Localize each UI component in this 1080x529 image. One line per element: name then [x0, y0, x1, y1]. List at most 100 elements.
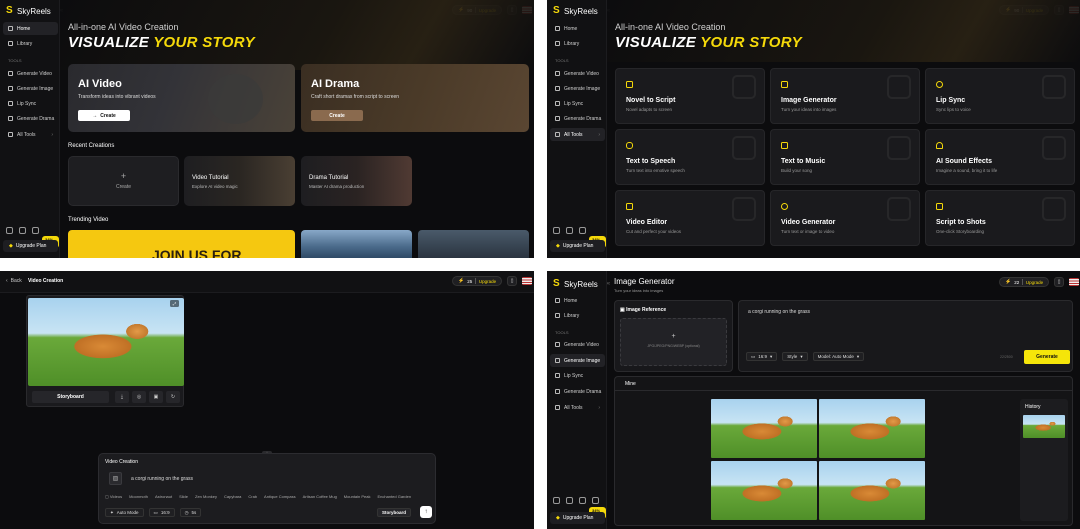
- nav-generate-drama[interactable]: Generate Drama: [3, 112, 58, 125]
- generated-image-2[interactable]: [819, 399, 925, 458]
- logo[interactable]: SSkyReels«: [6, 6, 63, 16]
- generated-image-3[interactable]: [711, 461, 817, 520]
- style-preset[interactable]: Astronaut: [155, 494, 172, 499]
- style-preset[interactable]: Artisan Coffee Mug: [303, 494, 337, 499]
- discord-icon[interactable]: [19, 227, 26, 234]
- nav-generate-image[interactable]: Generate Image: [3, 82, 58, 95]
- nav-library[interactable]: Library: [550, 37, 605, 50]
- download-icon[interactable]: ⤓: [115, 391, 129, 403]
- regenerate-icon[interactable]: ↻: [166, 391, 180, 403]
- generated-image-1[interactable]: [711, 399, 817, 458]
- tool-video-editor[interactable]: Video Editor Cut and perfect your videos: [615, 190, 765, 246]
- trending-video-1[interactable]: JOIN US FOR: [68, 230, 295, 258]
- nav-generate-video[interactable]: Generate Video: [550, 67, 605, 80]
- nav-all-tools[interactable]: All Tools ›: [550, 401, 605, 414]
- tool-image-generator[interactable]: Image Generator Turn your ideas into imag…: [770, 68, 920, 124]
- tool-script-to-shots[interactable]: Script to Shots One-click Storyboarding: [925, 190, 1075, 246]
- create-tile[interactable]: + Create: [68, 156, 179, 206]
- x-icon[interactable]: [553, 497, 560, 504]
- nav-generate-drama[interactable]: Generate Drama: [550, 385, 605, 398]
- collapse-icon[interactable]: «: [607, 281, 610, 287]
- trending-video-3[interactable]: [418, 230, 529, 258]
- youtube-icon[interactable]: [579, 227, 586, 234]
- tool-novel-to-script[interactable]: Novel to Script Novel adapts to screen: [615, 68, 765, 124]
- upgrade-plan-button[interactable]: ◆ Upgrade Plan: [550, 240, 605, 252]
- style-select[interactable]: Style ▾: [782, 352, 808, 361]
- nav-home[interactable]: Home: [550, 22, 605, 35]
- send-icon[interactable]: ↑: [420, 506, 432, 518]
- ratio-select[interactable]: ▭ 16:9: [148, 508, 175, 517]
- upgrade-plan-button[interactable]: ◆ Upgrade Plan: [550, 512, 605, 524]
- style-preset[interactable]: Zen Monkey: [195, 494, 217, 499]
- youtube-icon[interactable]: [32, 227, 39, 234]
- style-preset[interactable]: Moonmoth: [129, 494, 148, 499]
- style-preset[interactable]: Capybara: [224, 494, 241, 499]
- nav-generate-video[interactable]: Generate Video: [550, 338, 605, 351]
- image-upload-dropzone[interactable]: + JPG/JPEG/PNG/WEBP (optional): [620, 318, 727, 366]
- discord-icon[interactable]: [566, 227, 573, 234]
- copy-icon[interactable]: ▣: [149, 391, 163, 403]
- generate-button[interactable]: Generate: [1024, 350, 1070, 364]
- book-icon[interactable]: ▯: [507, 276, 518, 286]
- discord-icon[interactable]: [566, 497, 573, 504]
- storyboard-mode-select[interactable]: Storyboard: [377, 508, 412, 517]
- nav-lip-sync[interactable]: Lip Sync: [550, 369, 605, 382]
- tool-video-generator[interactable]: Video Generator Turn text or image to vid…: [770, 190, 920, 246]
- tool-lip-sync[interactable]: Lip Sync Sync lips to voice: [925, 68, 1075, 124]
- book-icon[interactable]: ▯: [1054, 277, 1065, 287]
- prompt-input[interactable]: a corgi running on the grass: [748, 309, 810, 315]
- ai-drama-card[interactable]: AI Drama Craft short dramas from script …: [301, 64, 529, 132]
- nav-generate-drama[interactable]: Generate Drama: [550, 112, 605, 125]
- tool-text-to-music[interactable]: Text to Music Build your song: [770, 129, 920, 185]
- nav-all-tools[interactable]: All Tools ›: [550, 128, 605, 141]
- tab-mine[interactable]: Mine: [625, 381, 636, 387]
- nav-all-tools[interactable]: All Tools ›: [3, 128, 58, 141]
- duration-select[interactable]: ◷ 5s: [179, 508, 202, 517]
- expand-icon[interactable]: ⤢: [170, 300, 179, 307]
- nav-generate-video[interactable]: Generate Video: [3, 67, 58, 80]
- history-thumbnail[interactable]: [1023, 415, 1065, 438]
- youtube-icon[interactable]: [592, 497, 599, 504]
- nav-home[interactable]: Home: [3, 22, 58, 35]
- generated-image-4[interactable]: [819, 461, 925, 520]
- style-preset[interactable]: Antique Compass: [264, 494, 296, 499]
- storyboard-button[interactable]: Storyboard: [32, 391, 109, 403]
- drama-tutorial-tile[interactable]: Drama Tutorial Master AI drama productio…: [301, 156, 412, 206]
- upgrade-plan-button[interactable]: ◆ Upgrade Plan: [3, 240, 58, 252]
- smile-icon[interactable]: [579, 497, 586, 504]
- style-preset[interactable]: Slide: [179, 494, 188, 499]
- tool-text-to-speech[interactable]: Text to Speech Turn text into emotive spe…: [615, 129, 765, 185]
- nav-generate-image[interactable]: Generate Image: [550, 82, 605, 95]
- ai-drama-create-button[interactable]: Create: [311, 110, 363, 121]
- trending-video-2[interactable]: [301, 230, 412, 258]
- nav-lip-sync[interactable]: Lip Sync: [3, 97, 58, 110]
- style-preset[interactable]: Crab: [248, 494, 257, 499]
- generated-video-thumbnail[interactable]: [28, 298, 184, 386]
- ratio-select[interactable]: ▭ 16:9 ▾: [746, 352, 778, 361]
- ai-video-create-button[interactable]: → Create: [78, 110, 130, 121]
- share-icon[interactable]: ◎: [132, 391, 146, 403]
- logo[interactable]: SSkyReels«: [553, 279, 610, 289]
- style-preset[interactable]: Enchanted Garden: [377, 494, 411, 499]
- mode-select[interactable]: ✦ Auto Mode: [105, 508, 144, 517]
- style-preset[interactable]: Mountain Peak: [344, 494, 371, 499]
- video-tutorial-tile[interactable]: Video Tutorial Explore AI video magic: [184, 156, 295, 206]
- language-flag-icon[interactable]: [1069, 278, 1080, 286]
- nav-library[interactable]: Library: [3, 37, 58, 50]
- nav-generate-image[interactable]: Generate Image: [550, 354, 605, 367]
- x-icon[interactable]: [553, 227, 560, 234]
- nav-lip-sync[interactable]: Lip Sync: [550, 97, 605, 110]
- nav-library[interactable]: Library: [550, 309, 605, 322]
- credits-pill[interactable]: ⚡ 22 Upgrade: [999, 277, 1050, 287]
- nav-home[interactable]: Home: [550, 294, 605, 307]
- model-select[interactable]: Model: Auto Mode ▾: [812, 352, 865, 361]
- back-button[interactable]: ‹ Back: [6, 278, 22, 284]
- logo[interactable]: SSkyReels«: [553, 6, 610, 16]
- prompt-input[interactable]: a corgi running on the grass: [131, 476, 193, 482]
- add-image-icon[interactable]: ▨: [109, 472, 122, 485]
- ai-video-card[interactable]: AI Video Transform ideas into vibrant vi…: [68, 64, 295, 132]
- credits-pill[interactable]: ⚡ 25 Upgrade: [452, 276, 503, 286]
- tool-ai-sound-effects[interactable]: AI Sound Effects Imagine a sound, bring i…: [925, 129, 1075, 185]
- x-icon[interactable]: [6, 227, 13, 234]
- language-flag-icon[interactable]: [522, 277, 533, 285]
